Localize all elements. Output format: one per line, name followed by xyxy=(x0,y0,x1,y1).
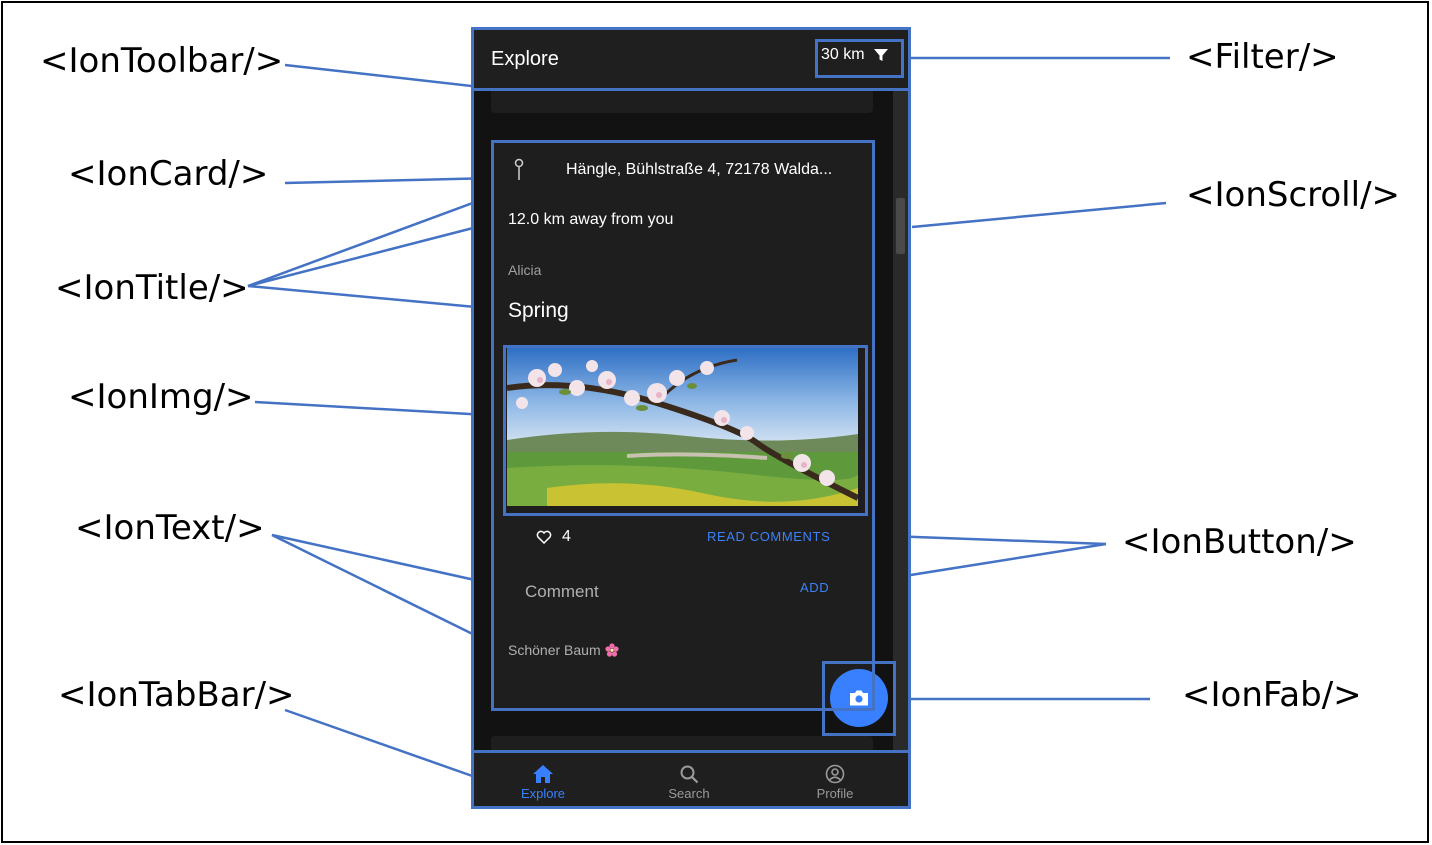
pin-icon xyxy=(514,158,524,180)
label-ion-button: <IonButton/> xyxy=(1122,522,1357,562)
label-ion-scroll: <IonScroll/> xyxy=(1186,175,1401,215)
camera-fab[interactable] xyxy=(830,669,888,727)
post-address: Hängle, Bühlstraße 4, 72178 Walda... xyxy=(566,161,833,178)
cherry-blossom-icon xyxy=(605,643,619,657)
search-icon xyxy=(680,765,699,784)
tab-profile-label: Profile xyxy=(816,786,854,801)
label-ion-tab-bar: <IonTabBar/> xyxy=(58,675,295,715)
comment-input[interactable]: Comment xyxy=(525,582,599,602)
add-comment-button[interactable]: ADD xyxy=(800,580,829,595)
label-ion-fab: <IonFab/> xyxy=(1182,675,1362,715)
post-title: Spring xyxy=(508,299,569,322)
post-image xyxy=(507,348,858,506)
comment-text-content: Schöner Baum xyxy=(508,642,601,658)
home-icon xyxy=(533,765,553,783)
tab-explore[interactable]: Explore xyxy=(498,764,588,801)
scrollbar[interactable] xyxy=(893,90,908,752)
post-distance: 12.0 km away from you xyxy=(508,211,674,228)
tab-search-label: Search xyxy=(668,786,710,801)
scrollbar-thumb[interactable] xyxy=(896,198,905,254)
post-card: Hängle, Bühlstraße 4, 72178 Walda... 12.… xyxy=(493,142,873,709)
comment-text: Schöner Baum xyxy=(508,642,619,658)
toolbar: Explore 30 km xyxy=(473,29,908,90)
label-ion-toolbar: <IonToolbar/> xyxy=(40,41,284,81)
like-button[interactable]: 4 xyxy=(536,528,571,546)
tab-explore-label: Explore xyxy=(520,786,566,801)
like-count: 4 xyxy=(562,528,571,545)
heart-icon xyxy=(536,530,552,544)
app-screen: Explore 30 km Hängle, Bühlstraße 4, 7217… xyxy=(473,29,908,807)
label-ion-card: <IonCard/> xyxy=(68,154,269,194)
tab-profile[interactable]: Profile xyxy=(790,764,880,801)
label-ion-title: <IonTitle/> xyxy=(55,268,249,308)
label-ion-text: <IonText/> xyxy=(75,508,265,548)
post-author: Alicia xyxy=(508,262,542,278)
label-filter: <Filter/> xyxy=(1186,37,1339,77)
person-circle-icon xyxy=(825,764,845,784)
page-title: Explore xyxy=(491,48,559,70)
previous-card xyxy=(491,90,873,113)
funnel-icon xyxy=(873,49,888,61)
camera-icon xyxy=(850,690,868,706)
blossom-landscape-image xyxy=(507,348,858,506)
label-ion-img: <IonImg/> xyxy=(68,377,254,417)
read-comments-button[interactable]: READ COMMENTS xyxy=(707,529,830,544)
filter-value: 30 km xyxy=(821,46,865,63)
tab-search[interactable]: Search xyxy=(644,764,734,801)
tab-bar: Explore Search Profile xyxy=(473,752,908,807)
filter-button[interactable]: 30 km xyxy=(821,46,889,64)
